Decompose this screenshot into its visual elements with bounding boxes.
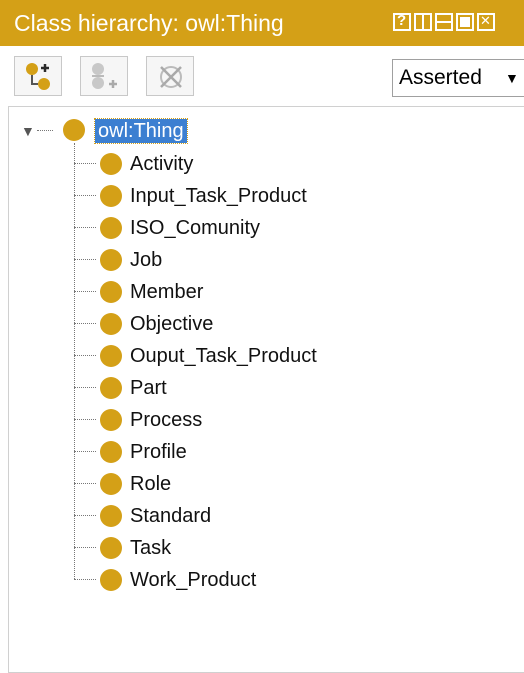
maximize-icon[interactable] bbox=[456, 13, 474, 31]
class-icon bbox=[100, 217, 122, 239]
class-icon bbox=[63, 119, 85, 141]
class-icon bbox=[100, 313, 122, 335]
tree-node[interactable]: Profile bbox=[74, 437, 494, 467]
tree-node-label: Job bbox=[130, 249, 163, 271]
tree-node-label: Profile bbox=[130, 441, 187, 463]
tree-node-label: Standard bbox=[130, 505, 212, 527]
delete-class-button[interactable] bbox=[146, 56, 194, 96]
view-mode-select[interactable]: Asserted ▼ bbox=[392, 59, 524, 97]
tree-node[interactable]: Standard bbox=[74, 501, 494, 531]
tree-root-label[interactable]: owl:Thing bbox=[94, 118, 188, 144]
tree-node-label: Process bbox=[130, 409, 203, 431]
tree-node-label: Ouput_Task_Product bbox=[130, 345, 317, 367]
toolbar: Asserted ▼ bbox=[0, 46, 524, 104]
tree-node-label: Activity bbox=[130, 153, 194, 175]
tree-node[interactable]: Job bbox=[74, 245, 494, 275]
class-icon bbox=[100, 409, 122, 431]
add-subclass-icon bbox=[26, 63, 50, 90]
add-sibling-button[interactable] bbox=[80, 56, 128, 96]
class-icon bbox=[100, 345, 122, 367]
tree-node[interactable]: ISO_Comunity bbox=[74, 213, 494, 243]
class-icon bbox=[100, 249, 122, 271]
tree-node[interactable]: Objective bbox=[74, 309, 494, 339]
class-icon bbox=[100, 441, 122, 463]
tree-node-label: Role bbox=[130, 473, 172, 495]
class-icon bbox=[100, 185, 122, 207]
tree-node-label: ISO_Comunity bbox=[130, 217, 261, 239]
tree-node[interactable]: Ouput_Task_Product bbox=[74, 341, 494, 371]
help-icon[interactable] bbox=[393, 12, 411, 31]
class-icon bbox=[100, 153, 122, 175]
window-title: Class hierarchy: owl:Thing bbox=[14, 10, 284, 36]
class-icon bbox=[100, 377, 122, 399]
add-sibling-icon bbox=[92, 63, 117, 89]
class-icon bbox=[100, 505, 122, 527]
tree-node[interactable]: Task bbox=[74, 533, 494, 563]
tree-node-label: Task bbox=[130, 537, 172, 559]
tree-node[interactable]: Work_Product bbox=[74, 565, 494, 595]
title-bar: Class hierarchy: owl:Thing bbox=[0, 0, 524, 46]
tree-node[interactable]: Part bbox=[74, 373, 494, 403]
tree-node-label: Work_Product bbox=[130, 569, 257, 591]
split-horizontal-icon[interactable] bbox=[435, 13, 453, 31]
tree-node[interactable]: Input_Task_Product bbox=[74, 181, 494, 211]
expand-toggle-icon[interactable]: ▼ bbox=[21, 123, 35, 139]
tree-node-label: Member bbox=[130, 281, 204, 303]
window-controls bbox=[393, 12, 495, 31]
add-subclass-button[interactable] bbox=[14, 56, 62, 96]
chevron-down-icon: ▼ bbox=[505, 70, 519, 86]
tree-node[interactable]: Activity bbox=[74, 149, 494, 179]
tree-node[interactable]: Member bbox=[74, 277, 494, 307]
tree-node[interactable]: Role bbox=[74, 469, 494, 499]
tree-node-label: Objective bbox=[130, 313, 214, 335]
class-icon bbox=[100, 281, 122, 303]
split-vertical-icon[interactable] bbox=[414, 13, 432, 31]
tree-node-label: Input_Task_Product bbox=[130, 185, 307, 207]
tree-node-label: Part bbox=[130, 377, 167, 399]
close-icon[interactable] bbox=[477, 13, 495, 31]
class-icon bbox=[100, 569, 122, 591]
class-icon bbox=[100, 537, 122, 559]
tree-connector bbox=[37, 130, 53, 131]
class-tree: ▼ owl:Thing Activity Input_Task_Product … bbox=[8, 106, 524, 673]
delete-class-icon bbox=[160, 66, 182, 88]
view-mode-value: Asserted bbox=[399, 66, 482, 89]
tree-node[interactable]: Process bbox=[74, 405, 494, 435]
class-icon bbox=[100, 473, 122, 495]
